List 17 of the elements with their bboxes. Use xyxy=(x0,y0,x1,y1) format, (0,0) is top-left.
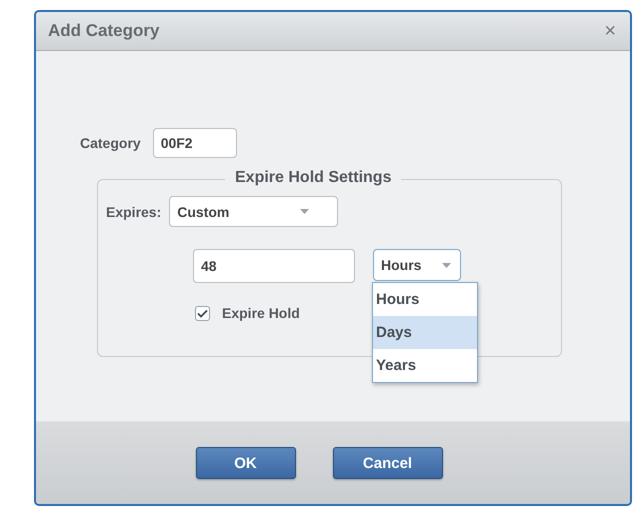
checkbox[interactable] xyxy=(195,306,210,320)
menu-option[interactable]: Days xyxy=(373,316,477,349)
menu-option[interactable]: Years xyxy=(373,349,477,382)
expires-label: Expires: xyxy=(106,204,162,220)
group-legend: Expire Hold Settings xyxy=(225,169,402,187)
expires-dropdown[interactable]: Custom xyxy=(169,196,338,227)
category-label: Category xyxy=(80,135,141,151)
dialog-button[interactable]: OK xyxy=(196,447,296,479)
unit-dropdown[interactable]: Hours xyxy=(373,249,461,281)
window-title: Add Category xyxy=(48,21,160,41)
dialog-button[interactable]: Cancel xyxy=(332,447,442,479)
checkbox-label: Expire Hold xyxy=(222,305,300,321)
caret-icon xyxy=(300,209,310,214)
caret-icon xyxy=(442,262,451,268)
category-field[interactable]: 00F2 xyxy=(152,128,237,158)
menu-option[interactable]: Hours xyxy=(373,283,477,316)
amount-field[interactable]: 48 xyxy=(193,249,355,283)
